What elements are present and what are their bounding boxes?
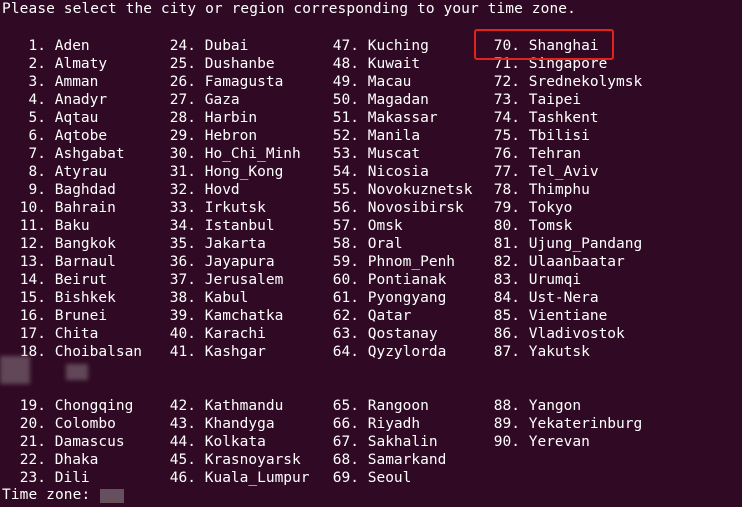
timezone-option: 69. Seoul [332,470,412,486]
timezone-option: 45. Krasnoyarsk [169,452,301,468]
timezone-option: 72. Srednekolymsk [493,74,643,90]
timezone-option: 20. Colombo [19,416,116,432]
timezone-option: 68. Samarkand [332,452,447,468]
timezone-option: 58. Oral [332,236,403,252]
timezone-option: 61. Pyongyang [332,290,447,306]
timezone-option: 7. Ashgabat [28,146,125,162]
timezone-option: 63. Qostanay [332,326,438,342]
timezone-option: 8. Atyrau [28,164,108,180]
timezone-option: 25. Dushanbe [169,56,275,72]
timezone-option: 13. Barnaul [19,254,116,270]
timezone-option: 18. Choibalsan [19,344,143,360]
timezone-option: 56. Novosibirsk [332,200,464,216]
timezone-option: 14. Beirut [19,272,108,288]
timezone-option: 57. Omsk [332,218,403,234]
timezone-option: 26. Famagusta [169,74,284,90]
timezone-option: 76. Tehran [493,146,582,162]
timezone-option: 28. Harbin [169,110,258,126]
timezone-option: 53. Muscat [332,146,421,162]
timezone-option: 81. Ujung_Pandang [493,236,643,252]
timezone-option: 78. Thimphu [493,182,590,198]
timezone-option: 52. Manila [332,128,421,144]
timezone-option: 66. Riyadh [332,416,421,432]
timezone-option: 30. Ho_Chi_Minh [169,146,301,162]
timezone-option: 15. Bishkek [19,290,116,306]
timezone-option: 82. Ulaanbaatar [493,254,625,270]
timezone-option: 23. Dili [19,470,90,486]
timezone-option: 4. Anadyr [28,92,108,108]
timezone-option: 17. Chita [19,326,99,342]
timezone-option: 83. Urumqi [493,272,582,288]
timezone-option: 84. Ust-Nera [493,290,599,306]
timezone-option: 51. Makassar [332,110,438,126]
timezone-option: 21. Damascus [19,434,125,450]
timezone-option: 55. Novokuznetsk [332,182,473,198]
timezone-option: 31. Hong_Kong [169,164,284,180]
timezone-option: 54. Nicosia [332,164,429,180]
timezone-option: 32. Hovd [169,182,240,198]
timezone-option: 2. Almaty [28,56,108,72]
timezone-option: 49. Macau [332,74,412,90]
timezone-option: 42. Kathmandu [169,398,284,414]
timezone-option: 43. Khandyga [169,416,275,432]
timezone-option: 12. Bangkok [19,236,116,252]
timezone-option: 73. Taipei [493,92,582,108]
timezone-option: 79. Tokyo [493,200,573,216]
timezone-option: 39. Kamchatka [169,308,284,324]
timezone-option: 6. Aqtobe [28,128,108,144]
timezone-option: 27. Gaza [169,92,240,108]
timezone-option: 40. Karachi [169,326,266,342]
timezone-option: 3. Amman [28,74,99,90]
timezone-option: 59. Phnom_Penh [332,254,456,270]
timezone-option: 74. Tashkent [493,110,599,126]
timezone-option: 41. Kashgar [169,344,266,360]
timezone-option: 5. Aqtau [28,110,99,126]
timezone-option: 89. Yekaterinburg [493,416,643,432]
timezone-option: 19. Chongqing [19,398,134,414]
timezone-option: 80. Tomsk [493,218,573,234]
timezone-option: 65. Rangoon [332,398,429,414]
timezone-option: 75. Tbilisi [493,128,590,144]
timezone-option: 1. Aden [28,38,90,54]
timezone-option: 22. Dhaka [19,452,99,468]
timezone-option: 77. Tel_Aviv [493,164,599,180]
timezone-option: 9. Baghdad [28,182,116,198]
timezone-option: 37. Jerusalem [169,272,284,288]
prompt-text: Please select the city or region corresp… [2,1,576,17]
timezone-option: 29. Hebron [169,128,258,144]
timezone-option: 67. Sakhalin [332,434,438,450]
timezone-option: 16. Brunei [19,308,108,324]
timezone-option: 11. Baku [19,218,90,234]
timezone-option: 10. Bahrain [19,200,116,216]
timezone-option: 62. Qatar [332,308,412,324]
timezone-option: 24. Dubai [169,38,249,54]
timezone-option: 34. Istanbul [169,218,275,234]
timezone-option: 86. Vladivostok [493,326,625,342]
timezone-option: 88. Yangon [493,398,582,414]
blurred-artifact [66,364,88,380]
timezone-option: 44. Kolkata [169,434,266,450]
timezone-option: 85. Vientiane [493,308,608,324]
timezone-option: 87. Yakutsk [493,344,590,360]
timezone-option: 60. Pontianak [332,272,447,288]
timezone-option: 33. Irkutsk [169,200,266,216]
shanghai-highlight-box [474,29,614,60]
blurred-artifact [0,356,30,384]
time-zone-prompt: Time zone: [2,487,91,503]
timezone-option: 38. Kabul [169,290,249,306]
timezone-option: 35. Jakarta [169,236,266,252]
timezone-option: 47. Kuching [332,38,429,54]
time-zone-input[interactable] [100,489,124,503]
timezone-option: 48. Kuwait [332,56,421,72]
timezone-option: 90. Yerevan [493,434,590,450]
timezone-option: 36. Jayapura [169,254,275,270]
timezone-option: 46. Kuala_Lumpur [169,470,310,486]
timezone-option: 64. Qyzylorda [332,344,447,360]
timezone-option: 50. Magadan [332,92,429,108]
